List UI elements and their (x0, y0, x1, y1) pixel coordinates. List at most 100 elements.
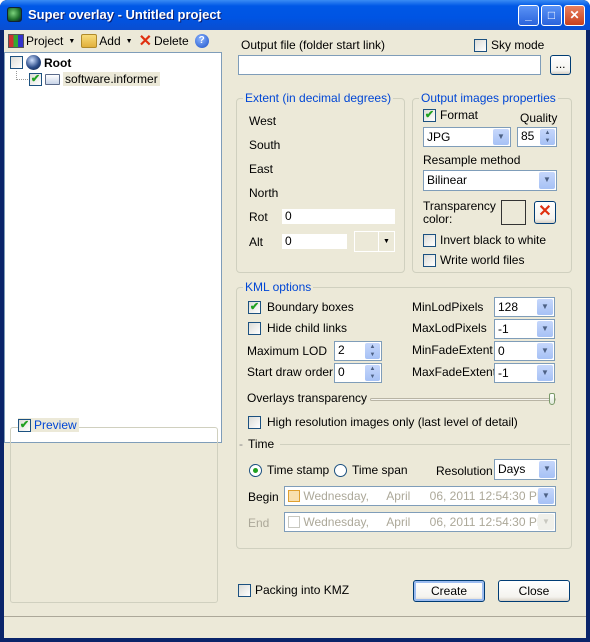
max-lod-pixels-label: MaxLodPixels (412, 321, 487, 335)
format-toggle[interactable]: ✔ Format (423, 108, 478, 122)
hide-child-links-label: Hide child links (267, 321, 348, 335)
max-lod-spinner[interactable]: 2 ▲ ▼ (334, 341, 382, 361)
minimize-button[interactable]: _ (518, 5, 539, 26)
time-stamp-option[interactable]: Time stamp (249, 463, 329, 477)
invert-checkbox[interactable] (423, 233, 436, 247)
alt-input[interactable]: 0 (282, 234, 347, 249)
help-button[interactable]: ? (193, 31, 211, 51)
begin-month: April (386, 489, 411, 503)
folder-icon (45, 73, 60, 85)
clear-transparency-button[interactable]: ✕ (534, 201, 556, 224)
tree-node-child[interactable]: ✔ software.informer (29, 72, 160, 86)
min-fade-extent-value: 0 (498, 344, 505, 358)
resample-select[interactable]: Bilinear ▼ (423, 170, 557, 191)
max-fade-extent-label: MaxFadeExtent (412, 365, 497, 379)
overlays-transparency-label: Overlays transparency (247, 391, 368, 405)
high-res-checkbox[interactable] (248, 415, 261, 429)
format-label: Format (440, 108, 479, 122)
preview-checkbox[interactable]: ✔ (18, 418, 31, 432)
begin-day: Wednesday, (303, 489, 369, 503)
browse-button[interactable]: ... (550, 55, 571, 75)
min-lod-pixels-select[interactable]: 128 ▼ (494, 297, 555, 317)
time-span-radio[interactable] (334, 463, 347, 477)
end-month: April (386, 515, 411, 529)
format-select[interactable]: JPG ▼ (423, 127, 511, 147)
resolution-label: Resolution (436, 464, 493, 478)
begin-date-time: 06, 2011 12:54:30 PM (429, 489, 547, 503)
spinner-arrows-icon[interactable]: ▲ ▼ (365, 365, 380, 381)
quality-spinner[interactable]: 85 ▲ ▼ (517, 127, 557, 147)
boundary-boxes-checkbox[interactable]: ✔ (248, 300, 261, 314)
east-label: East (249, 162, 274, 176)
max-fade-extent-select[interactable]: -1 ▼ (494, 363, 555, 383)
delete-button[interactable]: ✕ Delete (137, 31, 191, 51)
hide-child-links-checkbox[interactable] (248, 321, 261, 335)
delete-x-icon: ✕ (138, 33, 152, 50)
format-checkbox[interactable]: ✔ (423, 108, 436, 122)
begin-label: Begin (248, 490, 279, 504)
kmz-checkbox[interactable] (238, 583, 251, 597)
transparency-slider-track[interactable] (370, 393, 556, 405)
transparency-color-swatch[interactable] (501, 200, 526, 225)
globe-icon (26, 55, 41, 70)
delete-label: Delete (154, 34, 189, 48)
world-files-toggle[interactable]: Write world files (423, 253, 524, 267)
resolution-select[interactable]: Days ▼ (494, 459, 557, 480)
max-fade-extent-value: -1 (498, 366, 509, 380)
chevron-down-icon: ▼ (68, 37, 76, 45)
end-date-time: 06, 2011 12:54:30 PM (429, 515, 547, 529)
client-area: Project ▼ Add ▼ ✕ Delete ? Root ✔ softwa… (4, 30, 586, 638)
high-res-toggle[interactable]: High resolution images only (last level … (248, 415, 518, 429)
layer-tree[interactable]: Root ✔ software.informer (4, 52, 222, 443)
end-day: Wednesday, (303, 515, 369, 529)
resample-label: Resample method (423, 153, 521, 167)
rot-input[interactable]: 0 (282, 209, 395, 224)
left-pane: Project ▼ Add ▼ ✕ Delete ? Root ✔ softwa… (4, 30, 222, 605)
tree-node-root[interactable]: Root (10, 55, 71, 70)
min-fade-extent-label: MinFadeExtent (412, 343, 493, 357)
add-menu-button[interactable]: Add ▼ (79, 31, 134, 51)
min-fade-extent-select[interactable]: 0 ▼ (494, 341, 555, 361)
boundary-boxes-toggle[interactable]: ✔ Boundary boxes (248, 300, 354, 314)
invert-label: Invert black to white (440, 233, 547, 247)
sky-mode-checkbox[interactable] (474, 38, 487, 52)
preview-toggle[interactable]: ✔ Preview (18, 418, 79, 432)
quality-label: Quality (520, 111, 558, 125)
spinner-arrows-icon[interactable]: ▲ ▼ (365, 343, 380, 359)
create-button[interactable]: Create (413, 580, 485, 602)
project-menu-button[interactable]: Project ▼ (6, 31, 77, 51)
child-checkbox[interactable]: ✔ (29, 72, 42, 86)
chevron-down-icon: ▼ (493, 129, 509, 145)
start-draw-order-spinner[interactable]: 0 ▲ ▼ (334, 363, 382, 383)
close-window-button[interactable]: ✕ (564, 5, 585, 26)
alt-mode-dropdown[interactable]: ▼ (354, 231, 395, 252)
time-span-option[interactable]: Time span (334, 463, 408, 477)
extent-legend: Extent (in decimal degrees) (243, 91, 394, 105)
south-label: South (249, 138, 281, 152)
maximize-button[interactable]: □ (541, 5, 562, 26)
tree-connector (16, 79, 28, 80)
window-title: Super overlay - Untitled project (28, 7, 221, 22)
rot-label: Rot (249, 210, 268, 224)
begin-datetime-picker[interactable]: Wednesday, April 06, 2011 12:54:30 PM ▼ (284, 486, 556, 506)
begin-enable-checkbox[interactable] (288, 490, 300, 502)
max-lod-pixels-value: -1 (498, 322, 509, 336)
end-enable-checkbox (288, 516, 300, 528)
kmz-toggle[interactable]: Packing into KMZ (238, 583, 349, 597)
spinner-arrows-icon[interactable]: ▲ ▼ (540, 129, 555, 145)
end-label: End (248, 516, 270, 530)
preview-label: Preview (34, 418, 77, 432)
invert-toggle[interactable]: Invert black to white (423, 233, 546, 247)
close-button[interactable]: Close (498, 580, 570, 602)
transparency-slider-thumb[interactable] (549, 393, 555, 405)
chevron-down-icon: ▼ (125, 37, 133, 45)
output-file-input[interactable] (238, 55, 541, 75)
root-checkbox[interactable] (10, 56, 23, 69)
world-files-checkbox[interactable] (423, 253, 436, 267)
title-bar[interactable]: Super overlay - Untitled project _ □ ✕ (0, 0, 590, 30)
hide-child-links-toggle[interactable]: Hide child links (248, 321, 347, 335)
max-lod-pixels-select[interactable]: -1 ▼ (494, 319, 555, 339)
max-lod-label: Maximum LOD (247, 344, 328, 358)
sky-mode-toggle[interactable]: Sky mode (474, 38, 544, 52)
time-stamp-radio[interactable] (249, 463, 262, 477)
